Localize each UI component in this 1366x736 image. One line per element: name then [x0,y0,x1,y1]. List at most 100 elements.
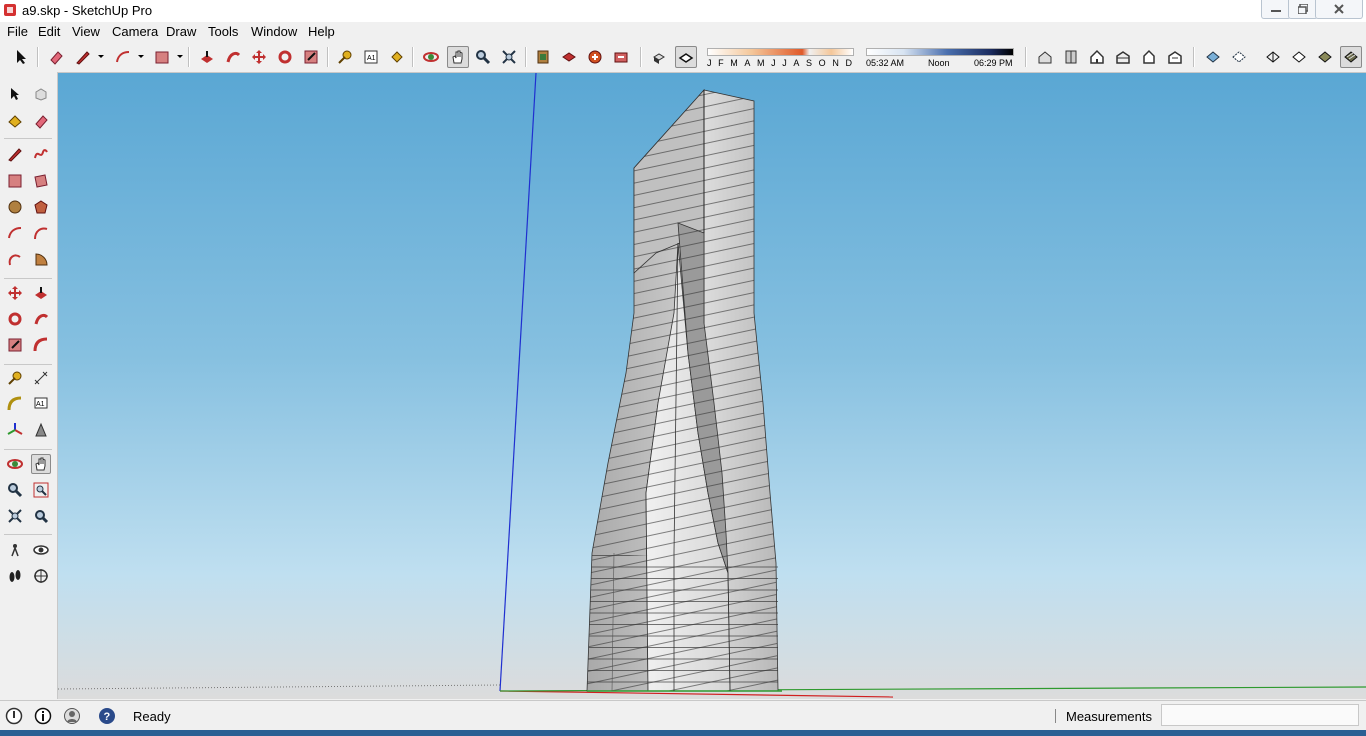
pie-tool[interactable] [31,249,51,269]
back-view-button[interactable] [1138,46,1160,68]
close-button[interactable] [1315,0,1363,19]
geolocation-button[interactable] [4,706,24,726]
look-around-tool[interactable] [31,540,51,560]
shadows-toggle-button[interactable] [648,46,670,68]
zoom-tool[interactable] [5,480,25,500]
circle-tool[interactable] [5,197,25,217]
zoom-extents-tool[interactable] [5,506,25,526]
tape-measure-tool-button[interactable] [334,46,356,68]
freehand-tool[interactable] [31,144,51,164]
text-tool[interactable]: A1 [31,394,51,414]
menu-edit[interactable]: Edit [38,24,60,39]
zoom-tool-button[interactable] [472,46,494,68]
orbit-tool[interactable] [5,454,25,474]
axes-tool[interactable] [5,420,25,440]
scale-tool-button[interactable] [300,46,322,68]
zoom-window-tool[interactable] [31,480,51,500]
dimension-tool-button[interactable]: A1 [360,46,382,68]
drawing-viewport[interactable] [58,73,1366,699]
arc-tool[interactable] [5,223,25,243]
scale-icon [8,338,22,352]
wireframe-button[interactable] [1262,46,1284,68]
hidden-line-button[interactable] [1288,46,1310,68]
share-model-button[interactable] [584,46,606,68]
eraser-tool[interactable] [31,111,51,131]
follow-me-tool[interactable] [31,309,51,329]
push-pull-tool-button[interactable] [196,46,218,68]
paint-bucket-tool[interactable] [5,111,25,131]
move-tool-button[interactable] [248,46,270,68]
select-tool[interactable] [5,84,25,104]
rectangle-tool[interactable] [5,171,25,191]
menu-tools[interactable]: Tools [208,24,238,39]
zoom-icon [476,50,491,65]
three-point-arc-tool[interactable] [5,249,25,269]
zoom-extents-tool-button[interactable] [498,46,520,68]
restore-button[interactable] [1288,0,1318,19]
measurements-input[interactable] [1161,704,1359,726]
orbit-tool-button[interactable] [420,46,442,68]
shaded-button[interactable] [1314,46,1336,68]
paint-bucket-tool-button[interactable] [386,46,408,68]
polygon-icon [34,200,48,214]
sign-in-button[interactable] [62,706,82,726]
menu-camera[interactable]: Camera [112,24,158,39]
arc-tool-button[interactable] [112,46,134,68]
protractor-tool[interactable] [5,394,25,414]
left-view-button[interactable] [1164,46,1186,68]
follow-me-tool-button[interactable] [222,46,244,68]
shaded-textures-button[interactable] [1340,46,1362,68]
menu-draw[interactable]: Draw [166,24,196,39]
back-edges-button[interactable] [1228,46,1250,68]
select-tool-button[interactable] [10,46,32,68]
credits-button[interactable] [33,706,53,726]
walk-tool[interactable] [5,566,25,586]
top-view-button[interactable] [1060,46,1082,68]
rectangle-tool-button[interactable] [151,46,173,68]
pan-tool[interactable] [31,454,51,474]
fog-toggle-button[interactable] [675,46,697,68]
time-slider[interactable] [866,48,1014,56]
line-tool-button[interactable] [72,46,94,68]
arc-tool-dropdown[interactable] [138,55,144,58]
dimension-icon: A1 [364,50,378,64]
dimension-tool[interactable] [31,368,51,388]
iso-view-button[interactable] [1034,46,1056,68]
eraser-tool-button[interactable] [45,46,67,68]
polygon-tool[interactable] [31,197,51,217]
menu-view[interactable]: View [72,24,100,39]
status-bar: ? Ready Measurements [0,700,1366,731]
section-plane-tool[interactable] [31,566,51,586]
menu-window[interactable]: Window [251,24,297,39]
rotate-tool-button[interactable] [274,46,296,68]
help-button[interactable]: ? [97,706,117,726]
rotated-rectangle-tool[interactable] [31,171,51,191]
minimize-button[interactable] [1261,0,1291,19]
tape-measure-icon [8,371,22,385]
menu-file[interactable]: File [7,24,28,39]
extension-warehouse-button[interactable] [610,46,632,68]
menu-help[interactable]: Help [308,24,335,39]
right-view-button[interactable] [1112,46,1134,68]
offset-tool[interactable] [31,335,51,355]
previous-view-tool[interactable] [31,506,51,526]
components-button[interactable] [532,46,554,68]
tape-measure-tool[interactable] [5,368,25,388]
line-tool[interactable] [5,144,25,164]
move-tool[interactable] [5,283,25,303]
rotate-tool[interactable] [5,309,25,329]
front-view-button[interactable] [1086,46,1108,68]
make-component-tool[interactable] [31,84,51,104]
two-point-arc-tool[interactable] [31,223,51,243]
position-camera-tool[interactable] [5,540,25,560]
line-tool-dropdown[interactable] [98,55,104,58]
xray-button[interactable] [1202,46,1224,68]
scale-tool[interactable] [5,335,25,355]
tower-model[interactable] [586,88,782,692]
toolbar-separator [525,47,527,67]
push-pull-tool[interactable] [31,283,51,303]
rectangle-tool-dropdown[interactable] [177,55,183,58]
pan-tool-button[interactable] [447,46,469,68]
3d-text-tool[interactable] [31,420,51,440]
warehouse-button[interactable] [558,46,580,68]
